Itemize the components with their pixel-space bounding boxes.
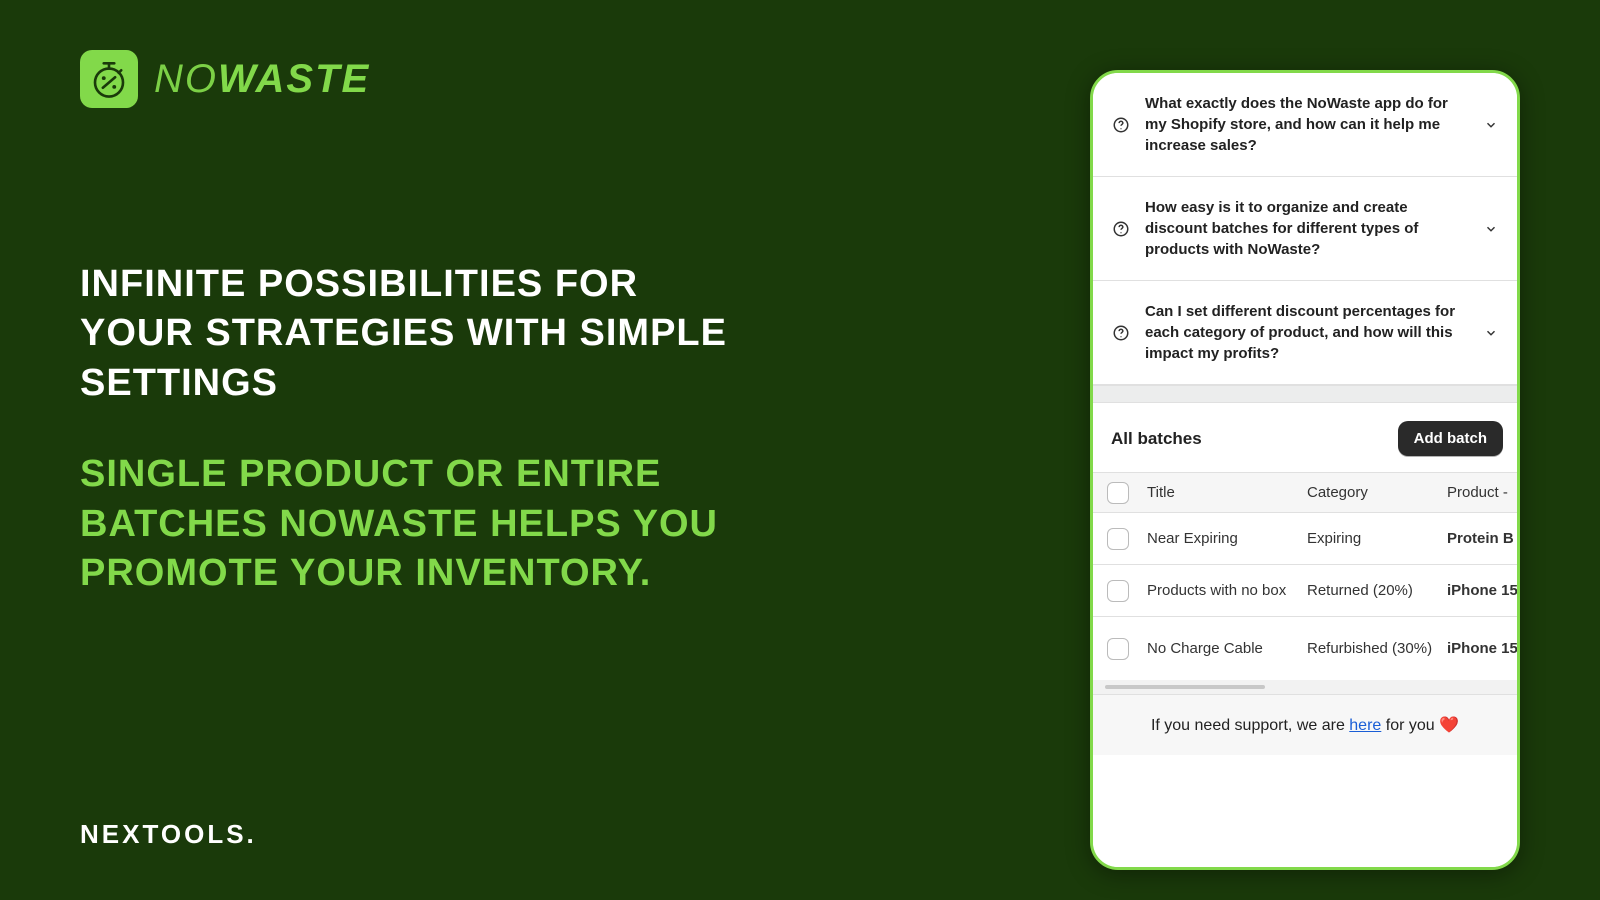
faq-question: How easy is it to organize and create di… <box>1145 197 1469 260</box>
faq-item[interactable]: Can I set different discount percentages… <box>1093 281 1517 385</box>
row-checkbox[interactable] <box>1107 638 1129 660</box>
brand-wordmark: NOWASTE <box>154 57 370 102</box>
table-row[interactable]: No Charge Cable Refurbished (30%) iPhone… <box>1093 616 1517 680</box>
help-icon <box>1111 219 1131 239</box>
faq-question: What exactly does the NoWaste app do for… <box>1145 93 1469 156</box>
phone-mock: What exactly does the NoWaste app do for… <box>1090 70 1520 870</box>
horizontal-scrollbar[interactable] <box>1093 680 1517 694</box>
headline-primary: INFINITE POSSIBILITIES FOR YOUR STRATEGI… <box>80 260 760 408</box>
headline-secondary: SINGLE PRODUCT OR ENTIRE BATCHES NOWASTE… <box>80 450 760 598</box>
faq-item[interactable]: What exactly does the NoWaste app do for… <box>1093 73 1517 177</box>
help-icon <box>1111 323 1131 343</box>
table-header-row: Title Category Product - <box>1093 472 1517 512</box>
select-all-checkbox[interactable] <box>1107 482 1129 504</box>
support-text-prefix: If you need support, we are <box>1151 717 1349 734</box>
table-row[interactable]: Products with no box Returned (20%) iPho… <box>1093 564 1517 616</box>
row-category: Refurbished (30%) <box>1307 640 1447 657</box>
faq-question: Can I set different discount percentages… <box>1145 301 1469 364</box>
help-icon <box>1111 115 1131 135</box>
row-product: iPhone 15 <box>1447 582 1517 599</box>
col-product: Product - <box>1447 484 1517 501</box>
row-title: No Charge Cable <box>1147 640 1307 657</box>
batches-title: All batches <box>1111 429 1202 449</box>
chevron-down-icon <box>1483 325 1499 341</box>
faq-item[interactable]: How easy is it to organize and create di… <box>1093 177 1517 281</box>
footer-brand: NEXTOOLS. <box>80 819 257 850</box>
row-category: Returned (20%) <box>1307 582 1447 599</box>
support-line: If you need support, we are here for you… <box>1093 694 1517 755</box>
support-link[interactable]: here <box>1349 717 1381 734</box>
support-text-suffix: for you <box>1381 717 1439 734</box>
row-title: Near Expiring <box>1147 530 1307 547</box>
table-row[interactable]: Near Expiring Expiring Protein B <box>1093 512 1517 564</box>
chevron-down-icon <box>1483 221 1499 237</box>
batches-header: All batches Add batch <box>1093 403 1517 472</box>
stopwatch-percent-icon <box>80 50 138 108</box>
add-batch-button[interactable]: Add batch <box>1398 421 1503 456</box>
row-checkbox[interactable] <box>1107 528 1129 550</box>
col-title: Title <box>1147 484 1307 501</box>
row-title: Products with no box <box>1147 582 1307 599</box>
batches-table: Title Category Product - Near Expiring E… <box>1093 472 1517 680</box>
row-checkbox[interactable] <box>1107 580 1129 602</box>
row-product: Protein B <box>1447 530 1517 547</box>
chevron-down-icon <box>1483 117 1499 133</box>
row-product: iPhone 15 <box>1447 640 1517 657</box>
row-category: Expiring <box>1307 530 1447 547</box>
heart-icon: ❤️ <box>1439 717 1459 734</box>
section-divider <box>1093 385 1517 403</box>
col-category: Category <box>1307 484 1447 501</box>
